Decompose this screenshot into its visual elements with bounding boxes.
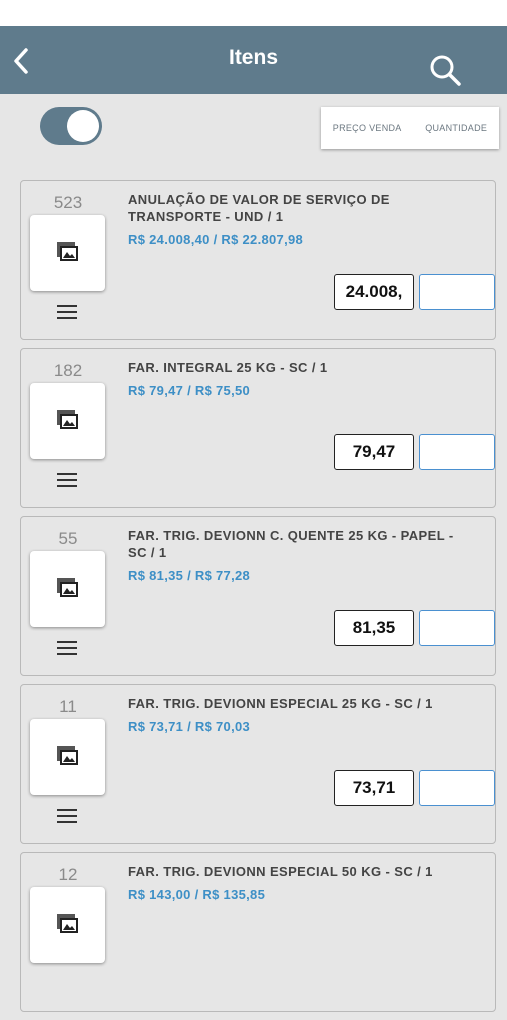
- menu-icon[interactable]: [57, 473, 77, 487]
- item-thumbnail[interactable]: [30, 215, 105, 291]
- item-name: FAR. TRIG. DEVIONN ESPECIAL 50 KG - SC /…: [128, 864, 433, 879]
- image-icon: [57, 914, 78, 933]
- quantity-input[interactable]: [419, 274, 495, 310]
- item-name: FAR. INTEGRAL 25 KG - SC / 1: [128, 360, 328, 375]
- toggle-knob: [67, 110, 99, 142]
- sort-options: PREÇO VENDA QUANTIDADE: [321, 107, 499, 149]
- menu-icon[interactable]: [57, 641, 77, 655]
- item-prices: R$ 73,71 / R$ 70,03: [128, 719, 251, 734]
- item-name: FAR. TRIG. DEVIONN C. QUENTE 25 KG - PAP…: [128, 528, 454, 560]
- item-code: 11: [59, 697, 77, 716]
- item-card: 55 FAR. TRIG. DEVIONN C. QUENTE 25 KG - …: [20, 516, 496, 676]
- item-thumbnail[interactable]: [30, 887, 105, 963]
- item-code: 182: [53, 361, 83, 380]
- sort-quantity-button[interactable]: QUANTIDADE: [425, 123, 487, 133]
- item-card: 11 FAR. TRIG. DEVIONN ESPECIAL 25 KG - S…: [20, 684, 496, 844]
- quantity-input[interactable]: [419, 770, 495, 806]
- item-thumbnail[interactable]: [30, 383, 105, 459]
- item-name: FAR. TRIG. DEVIONN ESPECIAL 25 KG - SC /…: [128, 696, 433, 711]
- item-prices: R$ 79,47 / R$ 75,50: [128, 383, 251, 398]
- sort-price-button[interactable]: PREÇO VENDA: [333, 123, 402, 133]
- image-icon: [57, 578, 78, 597]
- quantity-input[interactable]: [419, 434, 495, 470]
- price-input[interactable]: 73,71: [334, 770, 414, 806]
- quantity-input[interactable]: [419, 610, 495, 646]
- item-prices: R$ 24.008,40 / R$ 22.807,98: [128, 232, 304, 247]
- image-icon: [57, 242, 78, 261]
- search-icon[interactable]: [428, 53, 464, 89]
- item-thumbnail[interactable]: [30, 551, 105, 627]
- item-code: 12: [58, 865, 78, 884]
- item-prices: R$ 81,35 / R$ 77,28: [128, 568, 251, 583]
- item-code: 523: [53, 193, 83, 212]
- price-input[interactable]: 79,47: [334, 434, 414, 470]
- status-bar: [0, 0, 507, 26]
- item-card: 523 ANULAÇÃO DE VALOR DE SERVIÇO DE TRAN…: [20, 180, 496, 340]
- item-card: 182 FAR. INTEGRAL 25 KG - SC / 1 R$ 79,4…: [20, 348, 496, 508]
- price-input[interactable]: 81,35: [334, 610, 414, 646]
- item-list: 523 ANULAÇÃO DE VALOR DE SERVIÇO DE TRAN…: [20, 180, 496, 1020]
- item-name: ANULAÇÃO DE VALOR DE SERVIÇO DE TRANSPOR…: [128, 192, 390, 224]
- menu-icon[interactable]: [57, 305, 77, 319]
- item-code: 55: [58, 529, 78, 548]
- price-input[interactable]: 24.008,: [334, 274, 414, 310]
- top-bar: Itens: [0, 26, 507, 94]
- filter-toggle[interactable]: [40, 107, 102, 145]
- image-icon: [57, 410, 78, 429]
- item-thumbnail[interactable]: [30, 719, 105, 795]
- item-card: 12 FAR. TRIG. DEVIONN ESPECIAL 50 KG - S…: [20, 852, 496, 1012]
- image-icon: [57, 746, 78, 765]
- menu-icon[interactable]: [57, 809, 77, 823]
